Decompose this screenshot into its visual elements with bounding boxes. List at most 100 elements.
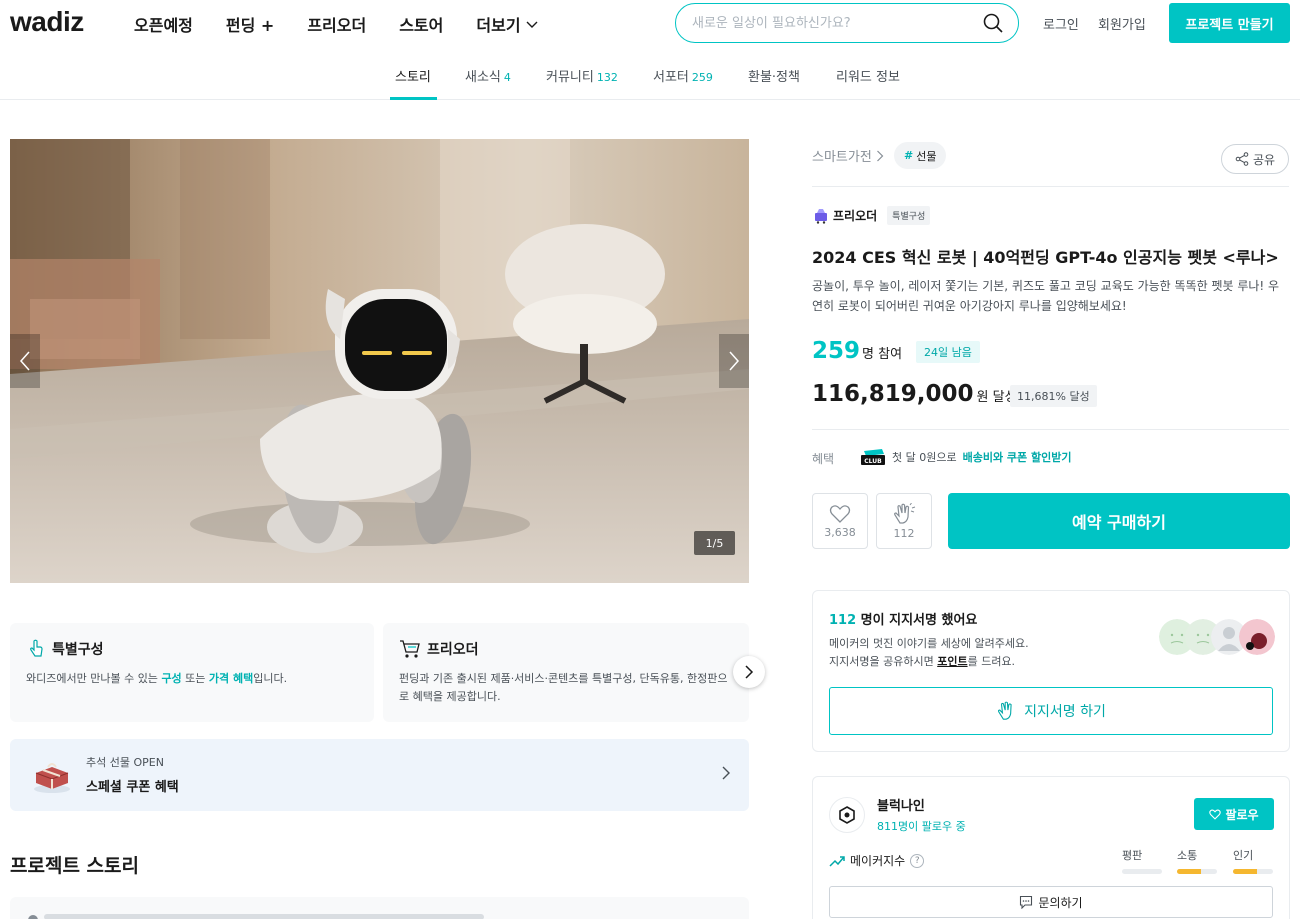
tab-refund-policy[interactable]: 환불·정책 xyxy=(748,66,800,85)
funded-amount: 116,819,000 원 달성 xyxy=(812,381,1017,407)
wadiz-logo[interactable]: wadiz xyxy=(10,6,84,38)
product-photo xyxy=(10,139,749,583)
notice-text-placeholder xyxy=(44,914,484,919)
search-bar xyxy=(675,3,1019,43)
maker-followers: 811명이 팔로우 중 xyxy=(877,820,966,833)
metric-bar xyxy=(1122,869,1162,874)
card-title: 프리오더 xyxy=(427,642,479,658)
trend-up-icon xyxy=(829,855,845,867)
signup-link[interactable]: 회원가입 xyxy=(1098,14,1146,33)
metric-label: 인기 xyxy=(1233,849,1254,862)
signature-description: 메이커의 멋진 이야기를 세상에 알려주세요. 지지서명을 공유하시면 포인트를… xyxy=(829,637,1029,668)
preorder-buy-button[interactable]: 예약 구매하기 xyxy=(948,493,1290,549)
card-description: 펀딩과 기존 출시된 제품·서비스·콘텐츠를 특별구성, 단독유통, 한정판으로… xyxy=(399,672,728,703)
cards-next-button[interactable] xyxy=(733,656,765,688)
cheer-count: 112 xyxy=(893,526,915,540)
active-tab-indicator xyxy=(390,97,437,100)
info-icon xyxy=(28,915,38,919)
metric-bar xyxy=(1177,869,1217,874)
story-heading: 프로젝트 스토리 xyxy=(10,855,139,877)
sign-support-button[interactable]: 지지서명 하기 xyxy=(829,687,1273,735)
signature-panel: 112 명이 지지서명 했어요 메이커의 멋진 이야기를 세상에 알려주세요. … xyxy=(812,590,1290,752)
clap-icon xyxy=(894,502,916,524)
heart-icon xyxy=(1209,809,1222,820)
hashtag-chip[interactable]: # 선물 xyxy=(894,142,947,169)
coupon-subtitle: 추석 선물 OPEN xyxy=(86,756,164,769)
wish-count: 3,638 xyxy=(824,525,856,539)
supporter-avatars xyxy=(1159,619,1277,659)
metric-label: 평판 xyxy=(1122,849,1143,862)
chevron-down-icon xyxy=(526,21,538,28)
point-link[interactable]: 포인트 xyxy=(937,655,967,668)
maker-name[interactable]: 블럭나인 xyxy=(877,795,925,814)
club-benefit[interactable]: CLUB 첫 달 0원으로 배송비와 쿠폰 할인받기 xyxy=(860,448,1071,466)
product-title: 2024 CES 혁신 로봇 | 40억펀딩 GPT-4o 인공지능 펫봇 <루… xyxy=(812,248,1279,267)
top-header: wadiz 오픈예정 펀딩 + 프리오더 스토어 더보기 로그인 회원가입 프로… xyxy=(0,0,1300,48)
divider xyxy=(812,186,1289,187)
cheer-button[interactable]: 112 xyxy=(876,493,932,549)
blocknine-logo-icon xyxy=(839,806,855,824)
achieve-rate-badge: 11,681% 달성 xyxy=(1010,385,1097,407)
search-icon[interactable] xyxy=(982,12,1004,34)
product-image-gallery[interactable]: 1/5 xyxy=(10,139,749,583)
heart-icon xyxy=(829,504,851,523)
share-button[interactable]: 공유 xyxy=(1221,144,1289,174)
share-icon xyxy=(1235,152,1249,166)
maker-index: 메이커지수 ? xyxy=(829,852,925,869)
maker-panel: 블럭나인 811명이 팔로우 중 팔로우 메이커지수 ? 평판 소통 인기 문의… xyxy=(812,776,1290,919)
category-breadcrumb[interactable]: 스마트가전 xyxy=(812,146,884,165)
wish-button[interactable]: 3,638 xyxy=(812,493,868,549)
coupon-banner[interactable]: 추석 선물 OPEN 스페셜 쿠폰 혜택 xyxy=(10,739,749,811)
metric-bar xyxy=(1233,869,1273,874)
help-icon[interactable]: ? xyxy=(910,853,925,868)
nav-item-funding[interactable]: 펀딩 + xyxy=(226,12,274,36)
card-title: 특별구성 xyxy=(52,642,104,658)
nav-item-store[interactable]: 스토어 xyxy=(399,12,443,36)
benefit-label: 혜택 xyxy=(812,452,835,466)
project-tabs: 스토리 새소식 4 커뮤니티 132 서포터 259 환불·정책 리워드 정보 xyxy=(0,52,1300,100)
divider xyxy=(812,429,1289,430)
follow-button[interactable]: 팔로우 xyxy=(1194,798,1274,830)
product-description: 공놀이, 투우 놀이, 레이저 쫓기는 기본, 퀴즈도 풀고 코딩 교육도 가능… xyxy=(812,279,1280,313)
special-package-card[interactable]: 특별구성 와디즈에서만 만나볼 수 있는 구성 또는 가격 혜택입니다. xyxy=(10,623,374,722)
gallery-prev-button[interactable] xyxy=(10,334,40,388)
signature-title: 112 명이 지지서명 했어요 xyxy=(829,613,978,628)
clap-icon xyxy=(998,701,1012,720)
search-input[interactable] xyxy=(692,15,982,31)
coupon-title: 스페셜 쿠폰 혜택 xyxy=(86,780,179,795)
wadiz-club-icon: CLUB xyxy=(861,449,885,465)
chevron-right-icon xyxy=(876,150,884,161)
nav-item-open-soon[interactable]: 오픈예정 xyxy=(134,12,193,36)
avatar xyxy=(1239,619,1275,655)
tab-supporters[interactable]: 서포터 259 xyxy=(653,66,713,85)
metric-label: 소통 xyxy=(1177,849,1198,862)
tab-story[interactable]: 스토리 xyxy=(395,66,431,85)
svg-text:CLUB: CLUB xyxy=(864,458,882,465)
tab-news[interactable]: 새소식 4 xyxy=(465,66,511,85)
cart-icon xyxy=(400,640,420,658)
chevron-right-icon xyxy=(745,665,754,679)
hand-pointer-icon xyxy=(30,639,43,657)
participants-count: 259 명 참여 xyxy=(812,338,903,364)
preorder-cart-icon xyxy=(815,208,827,224)
project-type: 프리오더 특별구성 xyxy=(813,206,931,225)
preorder-card[interactable]: 프리오더 펀딩과 기존 출시된 제품·서비스·콘텐츠를 특별구성, 단독유통, … xyxy=(383,623,749,722)
special-badge: 특별구성 xyxy=(887,206,931,225)
card-description: 와디즈에서만 만나볼 수 있는 구성 또는 가격 혜택입니다. xyxy=(26,672,288,685)
chat-icon xyxy=(1020,895,1033,909)
story-notice-box xyxy=(10,897,749,919)
tab-reward-info[interactable]: 리워드 정보 xyxy=(836,66,900,85)
main-nav: 오픈예정 펀딩 + 프리오더 스토어 더보기 xyxy=(134,12,572,36)
chevron-right-icon xyxy=(729,351,740,371)
chevron-left-icon xyxy=(19,351,30,371)
nav-item-preorder[interactable]: 프리오더 xyxy=(307,12,366,36)
tab-community[interactable]: 커뮤니티 132 xyxy=(546,66,618,85)
maker-avatar[interactable] xyxy=(829,797,865,833)
gallery-counter: 1/5 xyxy=(694,531,735,555)
login-link[interactable]: 로그인 xyxy=(1043,14,1079,33)
nav-item-more[interactable]: 더보기 xyxy=(476,12,538,36)
make-project-button[interactable]: 프로젝트 만들기 xyxy=(1169,3,1290,43)
inquiry-button[interactable]: 문의하기 xyxy=(829,886,1273,918)
gallery-next-button[interactable] xyxy=(719,334,749,388)
days-left-badge: 24일 남음 xyxy=(916,341,980,363)
